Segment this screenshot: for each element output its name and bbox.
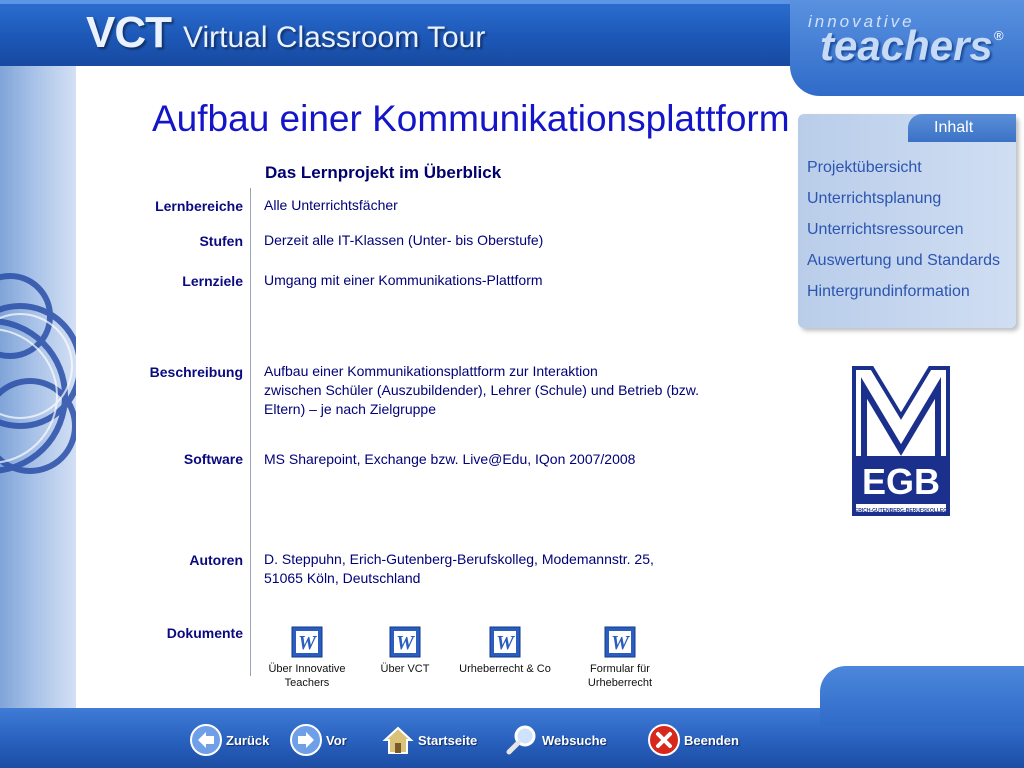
bottom-bar-cap xyxy=(820,666,1024,726)
bottom-nav-bar: Zurück Vor Startseite Websuche Beenden xyxy=(0,666,1024,768)
doc-ueber-vct[interactable]: W Über VCT xyxy=(350,626,460,676)
label-lernbereiche: Lernbereiche xyxy=(155,198,243,214)
close-icon xyxy=(648,724,680,756)
value-beschreibung: Aufbau einer Kommunikationsplattform zur… xyxy=(264,362,699,419)
doc-urheberrecht-co[interactable]: W Urheberrecht & Co xyxy=(450,626,560,676)
label-stufen: Stufen xyxy=(199,233,243,249)
svg-text:W: W xyxy=(298,632,317,654)
svg-text:ERICH-GUTENBERG-BERUFSKOLLEG: ERICH-GUTENBERG-BERUFSKOLLEG xyxy=(855,508,947,514)
left-decoration xyxy=(0,66,76,708)
label-autoren: Autoren xyxy=(189,552,243,568)
doc-ueber-innovative-teachers[interactable]: W Über Innovative Teachers xyxy=(252,626,362,690)
doc-label: Über Innovative Teachers xyxy=(268,663,346,689)
doc-label: Formular für Urheberrecht xyxy=(587,663,653,689)
nav-websuche-button[interactable]: Websuche xyxy=(506,724,607,756)
egb-school-logo: EGB ERICH-GUTENBERG-BERUFSKOLLEG xyxy=(852,366,950,516)
nav-label: Startseite xyxy=(418,732,478,748)
nav-label: Zurück xyxy=(226,732,270,748)
nav-startseite-button[interactable]: Startseite xyxy=(382,724,477,756)
value-line: 51065 Köln, Deutschland xyxy=(264,570,421,586)
value-lernbereiche: Alle Unterrichtsfächer xyxy=(264,197,398,213)
doc-formular-urheberrecht[interactable]: W Formular für Urheberrecht xyxy=(565,626,675,690)
nav-label: Websuche xyxy=(542,732,607,748)
menu-tab-label: Inhalt xyxy=(934,119,974,136)
value-stufen: Derzeit alle IT-Klassen (Unter- bis Ober… xyxy=(264,232,544,248)
nav-label: Beenden xyxy=(684,732,739,748)
label-software: Software xyxy=(183,451,243,467)
word-doc-icon: W xyxy=(489,626,521,658)
table-divider xyxy=(250,188,251,676)
value-line: Eltern) – je nach Zielgruppe xyxy=(264,401,436,417)
word-doc-icon: W xyxy=(604,626,636,658)
value-lernziele: Umgang mit einer Kommunikations-Plattfor… xyxy=(264,272,543,288)
menu-item-auswertung-standards[interactable]: Auswertung und Standards xyxy=(807,252,1000,270)
nav-vor-button[interactable]: Vor xyxy=(290,724,347,756)
value-line: Aufbau einer Kommunikationsplattform zur… xyxy=(264,363,598,379)
brand-long: Virtual Classroom Tour xyxy=(183,21,486,54)
value-line: zwischen Schüler (Auszubildender), Lehre… xyxy=(264,382,699,398)
nav-label: Vor xyxy=(326,732,347,748)
menu-item-unterrichtsplanung[interactable]: Unterrichtsplanung xyxy=(807,190,941,208)
value-autoren: D. Steppuhn, Erich-Gutenberg-Berufskolle… xyxy=(264,550,654,588)
circles-decoration xyxy=(0,273,76,474)
word-doc-icon: W xyxy=(291,626,323,658)
nav-zurueck-button[interactable]: Zurück xyxy=(190,724,269,756)
nav-beenden-button[interactable]: Beenden xyxy=(648,724,739,756)
logo-registered-mark: ® xyxy=(994,28,1004,43)
menu-tab-inhalt: Inhalt xyxy=(908,114,1016,142)
page-subtitle: Das Lernprojekt im Überblick xyxy=(265,163,502,182)
magnifier-icon xyxy=(506,725,536,755)
svg-text:W: W xyxy=(496,632,515,654)
svg-text:W: W xyxy=(611,632,630,654)
logo-teachers: teachers xyxy=(820,22,993,69)
menu-item-unterrichtsressourcen[interactable]: Unterrichtsressourcen xyxy=(807,221,964,239)
home-icon xyxy=(382,726,414,754)
doc-label: Über VCT xyxy=(380,663,430,675)
word-doc-icon: W xyxy=(389,626,421,658)
label-dokumente: Dokumente xyxy=(166,625,243,641)
page-title: Aufbau einer Kommunikationsplattform xyxy=(152,98,790,139)
arrow-right-icon xyxy=(290,724,322,756)
menu-item-projektuebersicht[interactable]: Projektübersicht xyxy=(807,159,922,177)
doc-label: Urheberrecht & Co xyxy=(459,663,551,675)
menu-item-hintergrundinformation[interactable]: Hintergrundinformation xyxy=(807,283,970,301)
app-brand: VCT Virtual Classroom Tour xyxy=(86,8,485,58)
arrow-left-icon xyxy=(190,724,222,756)
label-lernziele: Lernziele xyxy=(182,273,243,289)
svg-text:EGB: EGB xyxy=(862,461,940,502)
svg-text:W: W xyxy=(396,632,415,654)
label-beschreibung: Beschreibung xyxy=(149,364,243,380)
value-software: MS Sharepoint, Exchange bzw. Live@Edu, I… xyxy=(264,451,636,467)
value-line: D. Steppuhn, Erich-Gutenberg-Berufskolle… xyxy=(264,551,654,567)
brand-short: VCT xyxy=(86,8,172,57)
